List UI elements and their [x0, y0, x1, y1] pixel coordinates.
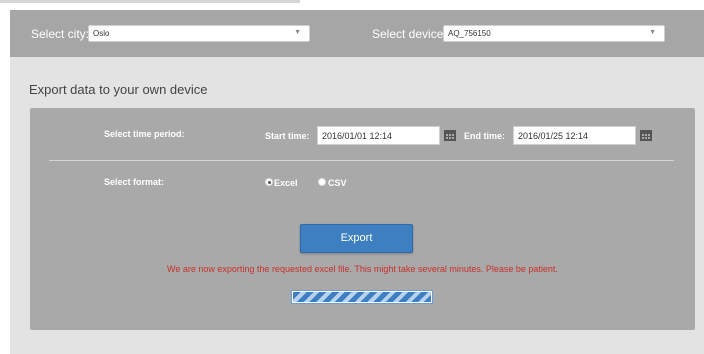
calendar-icon[interactable] [444, 130, 456, 141]
divider [49, 160, 674, 161]
end-time-label: End time: [464, 131, 506, 141]
top-strip [0, 0, 704, 10]
format-radio-csv[interactable] [318, 178, 326, 186]
selector-bar: Select city: Oslo ▼ Select device: AQ_75… [10, 10, 704, 57]
city-select[interactable]: Oslo ▼ [88, 25, 310, 42]
format-label: Select format: [104, 177, 165, 187]
export-button[interactable]: Export [300, 224, 413, 253]
format-radio-excel[interactable] [265, 178, 273, 186]
format-option-excel[interactable]: Excel [274, 178, 298, 188]
end-time-input[interactable]: 2016/01/25 12:14 [513, 126, 636, 145]
device-select[interactable]: AQ_756150 ▼ [443, 25, 665, 42]
city-select-value: Oslo [93, 29, 110, 38]
start-time-input[interactable]: 2016/01/01 12:14 [317, 126, 440, 145]
city-label: Select city: [31, 27, 90, 41]
calendar-icon[interactable] [640, 130, 652, 141]
progress-fill [293, 292, 431, 302]
progress-bar [291, 290, 433, 304]
chevron-down-icon: ▼ [649, 29, 656, 36]
tab-divider [0, 0, 300, 3]
time-period-label: Select time period: [104, 129, 185, 139]
export-panel: Select time period: Start time: 2016/01/… [30, 108, 695, 330]
start-time-label: Start time: [265, 131, 310, 141]
format-option-csv[interactable]: CSV [328, 178, 347, 188]
export-title: Export data to your own device [29, 82, 208, 97]
device-select-value: AQ_756150 [448, 29, 491, 38]
chevron-down-icon: ▼ [294, 29, 301, 36]
export-section: Export data to your own device Select ti… [10, 57, 704, 354]
device-label: Select device: [372, 27, 447, 41]
export-status-message: We are now exporting the requested excel… [167, 264, 558, 274]
